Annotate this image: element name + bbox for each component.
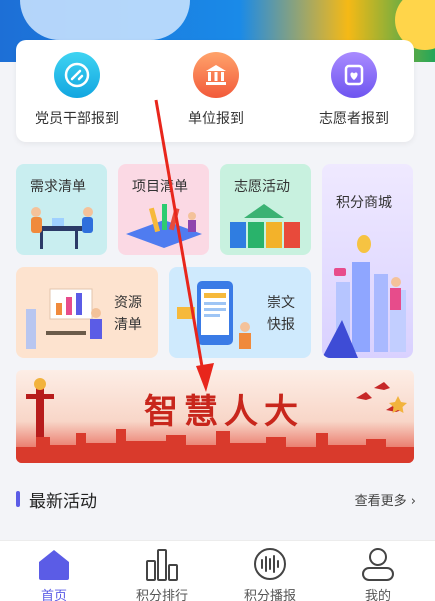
party-member-icon xyxy=(54,52,100,98)
project-illustration xyxy=(126,204,202,248)
tab-label: 积分排行 xyxy=(135,589,188,601)
tile-title-line1: 资源 xyxy=(114,295,142,311)
tab-home[interactable]: 首页 xyxy=(0,541,108,601)
report-unit[interactable]: 单位报到 xyxy=(156,52,276,128)
banner-illustration xyxy=(20,0,190,40)
shopping-city-illustration xyxy=(322,235,406,358)
latest-activities-header: 最新活动 查看更多 › xyxy=(16,486,416,512)
report-label: 党员干部报到 xyxy=(35,111,119,127)
report-volunteer[interactable]: 志愿者报到 xyxy=(294,52,414,128)
building-icon xyxy=(193,52,239,98)
smart-congress-banner[interactable]: 智慧人大 xyxy=(16,370,414,463)
chevron-right-icon: › xyxy=(410,494,416,509)
tab-label: 我的 xyxy=(364,589,391,601)
tile-culture-bulletin[interactable]: 崇文 快报 xyxy=(169,267,311,358)
meeting-illustration xyxy=(31,207,93,249)
bar-chart-icon xyxy=(146,549,178,581)
tile-project-list[interactable]: 项目清单 xyxy=(118,164,209,255)
broadcast-icon xyxy=(254,548,286,580)
tile-title: 积分商城 xyxy=(336,195,392,211)
tab-label: 积分播报 xyxy=(243,589,296,601)
tab-points-broadcast[interactable]: 积分播报 xyxy=(216,541,324,601)
tile-points-mall[interactable]: 积分商城 xyxy=(322,164,413,358)
report-card: 党员干部报到 单位报到 志愿者报到 xyxy=(16,40,414,142)
tile-volunteer-activity[interactable]: 志愿活动 xyxy=(220,164,311,255)
tile-title-line1: 崇文 xyxy=(267,295,295,311)
doves-decoration xyxy=(356,382,407,413)
section-title: 最新活动 xyxy=(29,492,97,512)
tile-title-line2: 清单 xyxy=(114,317,142,333)
tab-mine[interactable]: 我的 xyxy=(324,541,432,601)
view-more-link[interactable]: 查看更多 › xyxy=(355,490,416,509)
tile-title: 需求清单 xyxy=(30,179,86,195)
resource-illustration xyxy=(26,288,102,349)
view-more-label: 查看更多 xyxy=(354,494,407,509)
tab-points-ranking[interactable]: 积分排行 xyxy=(108,541,216,601)
section-accent-bar xyxy=(16,491,20,507)
user-icon xyxy=(362,548,394,581)
tile-title-line2: 快报 xyxy=(267,317,295,333)
report-label: 单位报到 xyxy=(188,111,244,127)
report-label: 志愿者报到 xyxy=(319,111,389,127)
recycle-bins-illustration xyxy=(230,204,300,248)
tab-label: 首页 xyxy=(40,589,67,601)
bottom-tab-bar: 首页 积分排行 积分播报 我的 xyxy=(0,540,435,601)
home-icon xyxy=(39,550,69,580)
report-party-member[interactable]: 党员干部报到 xyxy=(17,52,137,128)
tile-title: 项目清单 xyxy=(132,179,188,195)
tile-title: 志愿活动 xyxy=(234,179,290,195)
phone-news-illustration xyxy=(177,281,251,349)
tile-resource-list[interactable]: 资源 清单 xyxy=(16,267,158,358)
city-skyline-decoration xyxy=(16,429,414,463)
tile-demand-list[interactable]: 需求清单 xyxy=(16,164,107,255)
volunteer-heart-icon xyxy=(331,52,377,98)
